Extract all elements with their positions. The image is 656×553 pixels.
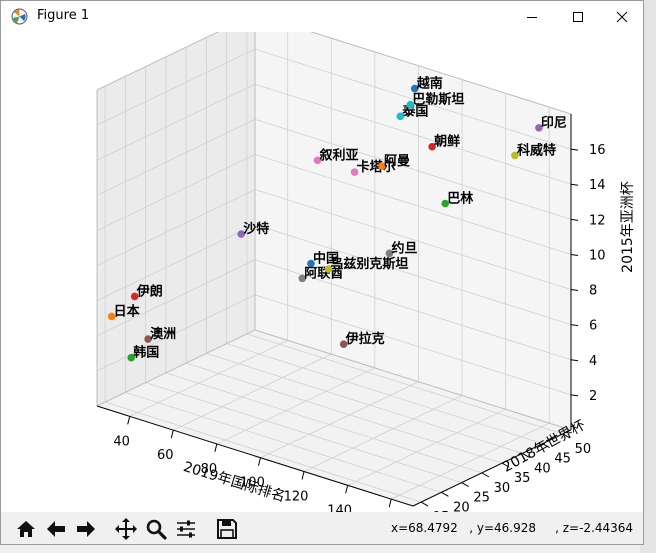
save-button[interactable] [214, 516, 240, 542]
y-tick-label: 20 [453, 500, 470, 512]
title-bar[interactable]: Figure 1 [1, 1, 643, 32]
y-tick-mark [481, 472, 490, 478]
z-tick-mark [570, 359, 579, 362]
point-label: 印尼 [541, 116, 567, 131]
y-tick-label: 50 [575, 442, 592, 457]
z-tick-label: 16 [589, 143, 606, 158]
point-label: 沙特 [243, 221, 269, 237]
maximize-button[interactable] [555, 1, 601, 32]
point-label: 澳洲 [150, 326, 176, 342]
x-tick-mark [345, 485, 349, 494]
coord-x: x=68.4792 [391, 521, 458, 535]
coord-z: , z=-2.44364 [555, 521, 634, 535]
figure-window: Figure 1 4060801001201401601520253035404… [0, 0, 644, 545]
configure-icon [177, 520, 195, 538]
z-axis-label: 2015年亚洲杯 [620, 181, 636, 273]
point-label: 韩国 [133, 345, 159, 361]
pan-icon [115, 518, 137, 540]
z-tick-label: 12 [589, 213, 606, 228]
home-button[interactable] [13, 516, 39, 542]
home-icon [17, 521, 35, 537]
minimize-button[interactable] [509, 1, 555, 32]
point-label: 科威特 [517, 142, 556, 158]
minimize-icon [527, 16, 537, 18]
configure-subplots-button[interactable] [173, 516, 199, 542]
point-label: 伊拉克 [345, 331, 385, 347]
z-tick-label: 4 [589, 354, 597, 369]
z-tick-mark [570, 324, 579, 327]
point-label: 伊朗 [136, 283, 163, 299]
z-tick-label: 14 [589, 178, 606, 193]
y-tick-mark [461, 482, 469, 488]
plot-canvas[interactable]: 4060801001201401601520253035404550246810… [1, 13, 643, 532]
maximize-icon [573, 11, 583, 22]
point-label: 越南 [416, 76, 443, 92]
x-tick-mark [388, 498, 392, 508]
z-tick-mark [570, 394, 579, 397]
z-tick-mark [570, 253, 579, 256]
forward-button[interactable] [73, 516, 99, 542]
x-tick-mark [170, 430, 174, 439]
x-tick-label: 140 [327, 503, 352, 512]
z-tick-label: 6 [589, 319, 597, 334]
z-tick-mark [570, 183, 579, 186]
z-tick-label: 8 [589, 284, 597, 299]
point-label: 约旦 [391, 240, 417, 256]
point-label: 阿曼 [384, 154, 410, 169]
pan-button[interactable] [113, 516, 139, 542]
point-label: 巴勒斯坦 [412, 92, 464, 108]
z-tick-label: 10 [589, 248, 606, 263]
save-icon [217, 519, 237, 539]
x-tick-mark [214, 443, 218, 453]
z-tick-mark [570, 148, 579, 151]
y-tick-label: 40 [534, 461, 551, 476]
cursor-coordinate-readout: x=68.4792 , y=46.928 , z=-2.44364 [391, 521, 633, 535]
close-icon [616, 11, 628, 22]
z-tick-mark [570, 218, 579, 221]
navigation-toolbar: x=68.4792 , y=46.928 , z=-2.44364 [1, 512, 643, 544]
point-label: 日本 [114, 303, 140, 319]
window-title: Figure 1 [37, 8, 90, 23]
back-icon [47, 521, 65, 537]
matplotlib-logo-icon [11, 8, 28, 25]
y-tick-mark [420, 501, 429, 507]
point-label: 叙利亚 [320, 147, 359, 163]
forward-icon [77, 521, 95, 537]
z-tick-mark [570, 289, 579, 292]
x-tick-label: 40 [113, 434, 130, 449]
y-tick-label: 30 [494, 481, 511, 496]
zoom-icon [146, 519, 167, 540]
x-tick-mark [127, 416, 131, 425]
y-tick-label: 25 [473, 491, 490, 506]
x-tick-mark [301, 471, 305, 480]
point-label: 朝鲜 [434, 134, 460, 150]
back-button[interactable] [43, 516, 69, 542]
x-tick-label: 120 [284, 490, 309, 505]
y-tick-label: 45 [554, 452, 571, 467]
point-label: 乌兹别克斯坦 [330, 256, 408, 272]
x-tick-label: 60 [157, 448, 174, 463]
point-label: 巴林 [447, 191, 473, 207]
x-tick-mark [257, 457, 261, 466]
z-tick-label: 2 [589, 389, 597, 404]
zoom-button[interactable] [143, 516, 169, 542]
y-tick-mark [441, 491, 449, 497]
scatter-3d-chart[interactable]: 4060801001201401601520253035404550246810… [1, 13, 643, 532]
y-tick-label: 35 [514, 471, 531, 486]
coord-y: , y=46.928 [469, 521, 537, 535]
close-button[interactable] [599, 1, 645, 32]
x-axis-label: 2019年国际排名 [181, 459, 287, 505]
